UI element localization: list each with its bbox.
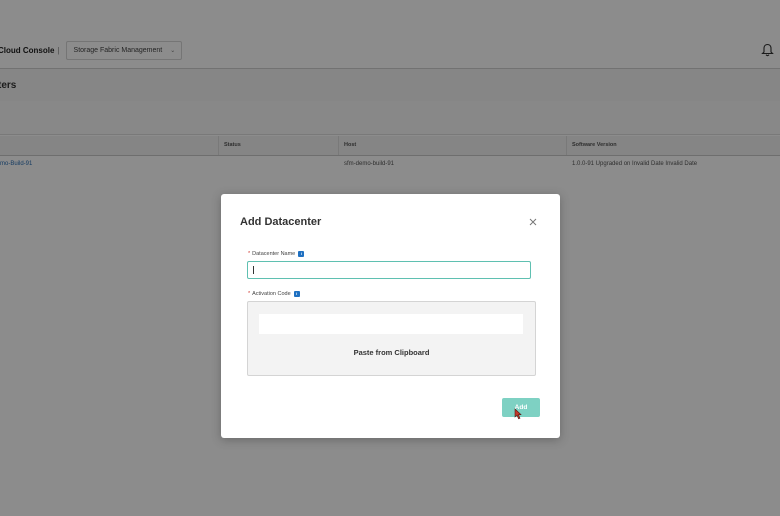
- datacenter-name-input[interactable]: [247, 261, 531, 279]
- close-icon[interactable]: [527, 216, 539, 228]
- activation-code-dropzone[interactable]: Paste from Clipboard: [247, 301, 536, 376]
- required-marker: *: [248, 291, 251, 297]
- hand-pointer-icon: [514, 408, 522, 420]
- dialog-title: Add Datacenter: [240, 216, 322, 228]
- paste-from-clipboard-button[interactable]: Paste from Clipboard: [248, 346, 535, 360]
- datacenter-name-label: * Datacenter Name i: [248, 251, 305, 257]
- add-datacenter-dialog: Add Datacenter * Datacenter Name i * Act…: [221, 194, 560, 438]
- text-caret: [253, 266, 254, 274]
- datacenter-name-label-text: Datacenter Name: [252, 251, 296, 257]
- required-marker: *: [248, 251, 251, 257]
- info-icon[interactable]: i: [293, 291, 300, 297]
- activation-code-label-text: Activation Code: [252, 291, 291, 297]
- activation-code-input[interactable]: [259, 314, 523, 334]
- info-icon[interactable]: i: [298, 251, 305, 257]
- activation-code-label: * Activation Code i: [248, 291, 300, 297]
